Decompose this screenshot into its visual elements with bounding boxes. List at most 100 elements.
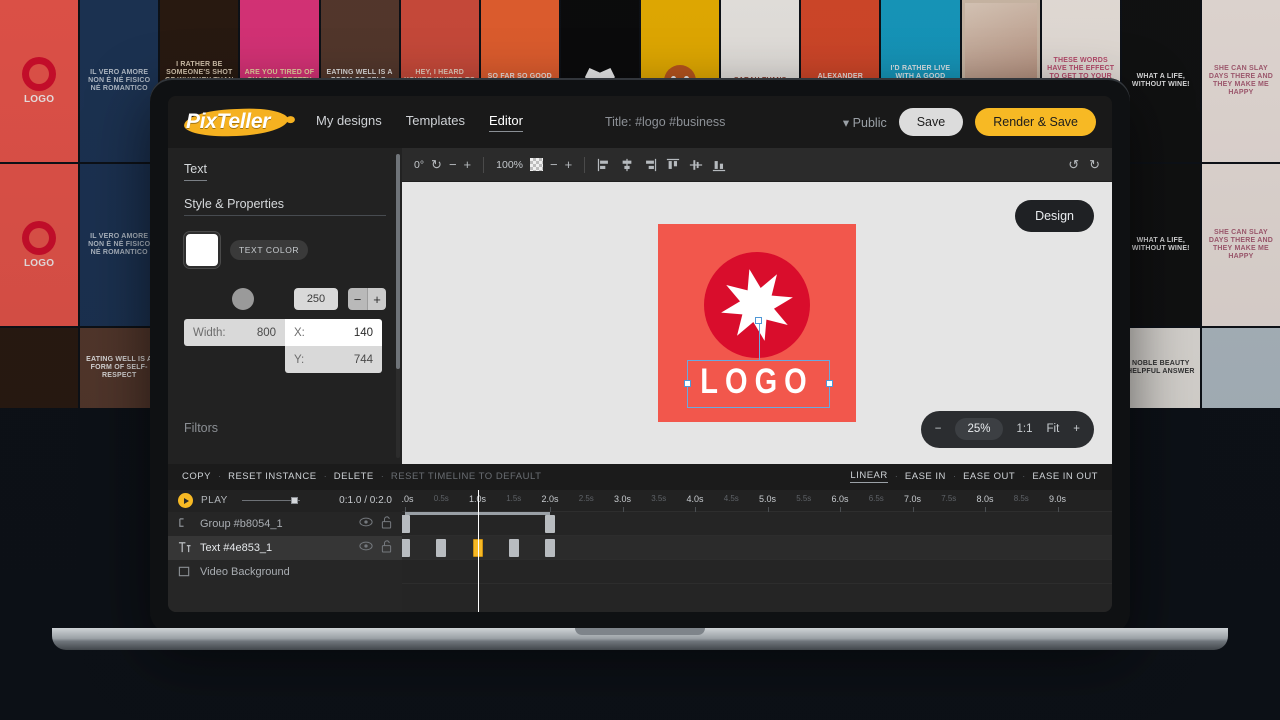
opacity-increase-button[interactable]: + (565, 158, 573, 171)
opacity-decrease-button[interactable]: − (550, 158, 558, 171)
timeline-action-copy[interactable]: COPY (182, 471, 211, 482)
zoom-actual-size-button[interactable]: 1:1 (1017, 423, 1033, 435)
canvas-area[interactable]: Design LOGO − (402, 182, 1112, 464)
text-color-swatch[interactable] (184, 232, 220, 268)
collage-thumbnail: She can slay days there And they make me… (1202, 0, 1280, 162)
undo-icon[interactable]: ↺ (1068, 158, 1079, 171)
keyframe[interactable] (509, 539, 519, 557)
keyframe[interactable] (402, 539, 410, 557)
keyframe[interactable] (545, 515, 555, 533)
resize-handle-right[interactable] (826, 380, 833, 387)
align-top-icon[interactable] (666, 158, 680, 172)
collage-thumbnail: WHAT A LIFE, WITHOUT WINE! (1122, 0, 1200, 162)
laptop-mockup: PixTeller My designs Templates Editor Ti… (150, 78, 1130, 638)
redo-icon[interactable]: ↻ (1089, 158, 1100, 171)
sidebar-section-filters[interactable]: Filtors (184, 421, 386, 435)
layer-row[interactable]: Group #b8054_1 (168, 512, 402, 536)
sidebar-scrollbar-thumb[interactable] (396, 154, 400, 369)
rotation-decrease-button[interactable]: − (449, 158, 457, 171)
lock-open-icon[interactable] (381, 540, 392, 556)
nav-editor[interactable]: Editor (489, 113, 523, 132)
align-middle-vertical-icon[interactable] (689, 158, 703, 172)
nav-templates[interactable]: Templates (406, 113, 465, 131)
align-right-icon[interactable] (643, 158, 657, 172)
play-button[interactable] (178, 493, 193, 508)
font-size-increase-button[interactable]: + (367, 288, 386, 310)
speed-slider-knob[interactable] (291, 497, 298, 504)
timeline-lanes (402, 512, 1112, 613)
font-size-knob[interactable] (232, 288, 254, 310)
easing-separator: · (953, 471, 956, 482)
pixteller-logo[interactable]: PixTeller (182, 105, 290, 139)
align-center-horizontal-icon[interactable] (620, 158, 634, 172)
ruler-tick-label: 2.5s (579, 494, 594, 503)
text-color-label[interactable]: TEXT COLOR (230, 240, 308, 260)
easing-ease-in[interactable]: EASE IN (905, 471, 946, 482)
rotation-increase-button[interactable]: + (464, 158, 472, 171)
font-size-input[interactable]: 250 (294, 288, 338, 310)
text-icon (178, 541, 191, 554)
timeline-speed-slider[interactable] (242, 500, 300, 501)
nav-my-designs[interactable]: My designs (316, 113, 382, 131)
y-position-input[interactable]: Y: 744 (285, 346, 382, 373)
width-value: 800 (257, 327, 276, 339)
zoom-fit-button[interactable]: Fit (1047, 423, 1060, 435)
timeline-action-reset-timeline-to-default[interactable]: RESET TIMELINE TO DEFAULT (391, 471, 541, 482)
rotation-value: 0° (414, 159, 424, 171)
timeline-tracks[interactable]: 0.0s0.5s1.0s1.5s2.0s2.5s3.0s3.5s4.0s4.5s… (402, 490, 1112, 613)
visibility-eye-icon[interactable] (359, 517, 373, 530)
zoom-out-button[interactable]: − (935, 423, 942, 435)
video-icon (178, 565, 191, 578)
keyframe[interactable] (436, 539, 446, 557)
zoom-level-value[interactable]: 25% (955, 418, 1002, 440)
design-title[interactable]: Title: #logo #business (605, 115, 725, 129)
keyframe[interactable] (545, 539, 555, 557)
easing-ease-out[interactable]: EASE OUT (963, 471, 1015, 482)
zoom-in-button[interactable]: + (1073, 423, 1080, 435)
sidebar-tab-text[interactable]: Text (184, 162, 207, 181)
group-icon (178, 517, 191, 530)
timeline-action-delete[interactable]: DELETE (334, 471, 374, 482)
align-left-icon[interactable] (597, 158, 611, 172)
timeline-lane[interactable] (402, 512, 1112, 536)
save-button[interactable]: Save (899, 108, 964, 136)
layer-row[interactable]: Text #4e853_1 (168, 536, 402, 560)
timeline-panel: PLAY 0:1.0 / 0:2.0 Group #b8054_1Text #4… (168, 490, 1112, 613)
resize-handle-left[interactable] (684, 380, 691, 387)
timeline-ruler[interactable]: 0.0s0.5s1.0s1.5s2.0s2.5s3.0s3.5s4.0s4.5s… (402, 490, 1112, 512)
selection-box[interactable] (687, 360, 830, 408)
rotate-icon[interactable]: ↻ (431, 158, 442, 171)
ruler-tick-label: 5.5s (796, 494, 811, 503)
zoom-controls: − 25% 1:1 Fit + (921, 411, 1094, 448)
timeline-lane[interactable] (402, 536, 1112, 560)
font-size-decrease-button[interactable]: − (348, 288, 367, 310)
easing-separator: · (1022, 471, 1025, 482)
easing-separator: · (895, 471, 898, 482)
transparency-checker-icon[interactable] (530, 158, 543, 171)
ruler-tick-label: 3.0s (614, 494, 631, 504)
timeline-action-reset-instance[interactable]: RESET INSTANCE (228, 471, 316, 482)
playhead[interactable] (478, 490, 479, 613)
toolbar-divider (483, 157, 484, 173)
rotation-handle[interactable] (755, 317, 762, 324)
keyframe[interactable] (402, 515, 410, 533)
visibility-eye-icon[interactable] (359, 541, 373, 554)
laptop-notch (575, 628, 705, 635)
layers-container: Group #b8054_1Text #4e853_1Video Backgro… (168, 512, 402, 584)
ruler-tick-label: 6.5s (869, 494, 884, 503)
align-bottom-icon[interactable] (712, 158, 726, 172)
easing-linear[interactable]: LINEAR (850, 470, 887, 483)
render-and-save-button[interactable]: Render & Save (975, 108, 1096, 136)
canvas-toolbar: 0° ↻ − + 100% − + (402, 148, 1112, 182)
width-input[interactable]: Width: 800 (184, 319, 285, 346)
toolbar-divider-2 (584, 157, 585, 173)
design-button[interactable]: Design (1015, 200, 1094, 232)
timeline-lane[interactable] (402, 560, 1112, 584)
collage-thumbnail: LOGO (0, 164, 78, 326)
visibility-dropdown[interactable]: ▾ Public (843, 115, 887, 130)
lock-open-icon[interactable] (381, 516, 392, 532)
easing-ease-in-out[interactable]: EASE IN OUT (1032, 471, 1098, 482)
layer-row[interactable]: Video Background (168, 560, 402, 584)
artboard[interactable]: LOGO (658, 224, 856, 422)
x-position-input[interactable]: X: 140 (285, 319, 382, 346)
